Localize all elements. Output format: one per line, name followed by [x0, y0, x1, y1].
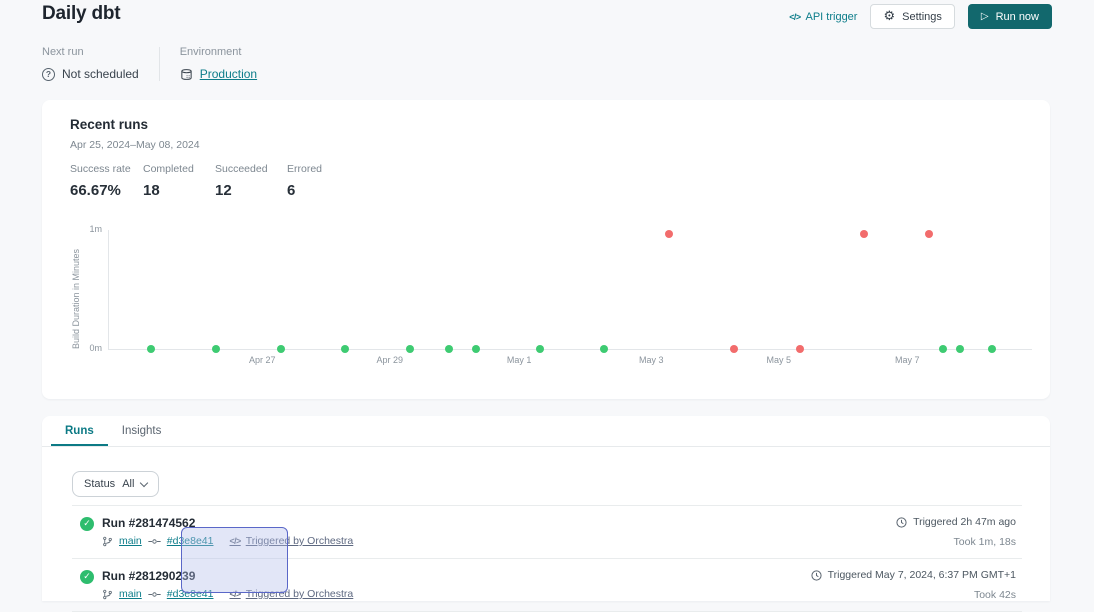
- runs-card: Runs Insights Status All ✓ Run #28147456…: [42, 416, 1050, 601]
- header-actions: </> API trigger ⚙ Settings ▷ Run now: [789, 3, 1052, 29]
- trigger-source-link[interactable]: </> Triggered by Orchestra: [229, 588, 353, 600]
- page-title: Daily dbt: [42, 3, 120, 25]
- topbar: Daily dbt </> API trigger ⚙ Settings ▷ R…: [0, 0, 1094, 29]
- run-row[interactable]: ✓ Run #281474562 main #d3: [72, 506, 1022, 559]
- play-icon: ▷: [981, 12, 989, 22]
- run-data-point-errored[interactable]: [925, 230, 933, 238]
- clock-icon: [896, 517, 907, 528]
- environment-block: Environment Production: [180, 46, 257, 81]
- run-duration: Took 1m, 18s: [896, 536, 1016, 548]
- x-tick-label: May 3: [639, 355, 664, 365]
- date-range: Apr 25, 2024–May 08, 2024: [70, 139, 200, 151]
- stat-errored: Errored 6: [287, 163, 359, 199]
- run-triggered-time: Triggered 2h 47m ago: [913, 516, 1016, 528]
- gear-icon: ⚙: [883, 10, 895, 23]
- run-triggered-time: Triggered May 7, 2024, 6:37 PM GMT+1: [828, 569, 1016, 581]
- clock-icon: [811, 570, 822, 581]
- run-row[interactable]: ✓ Run #281290239 main #d3: [72, 559, 1022, 612]
- environment-label: Environment: [180, 46, 257, 58]
- git-commit-icon: [148, 536, 161, 547]
- job-meta-row: Next run ? Not scheduled Environment Pro…: [42, 46, 1052, 81]
- tab-runs[interactable]: Runs: [51, 416, 108, 446]
- x-tick-label: Apr 29: [377, 355, 404, 365]
- run-data-point-succeeded[interactable]: [988, 345, 996, 353]
- code-icon: </>: [789, 12, 800, 22]
- stat-succeeded: Succeeded 12: [215, 163, 287, 199]
- database-icon: [180, 68, 193, 81]
- run-data-point-succeeded[interactable]: [406, 345, 414, 353]
- run-data-point-succeeded[interactable]: [956, 345, 964, 353]
- branch-link[interactable]: main: [119, 588, 142, 600]
- code-icon: </>: [229, 589, 240, 599]
- x-axis-line: [108, 349, 1032, 350]
- run-data-point-succeeded[interactable]: [445, 345, 453, 353]
- run-data-point-errored[interactable]: [796, 345, 804, 353]
- help-circle-icon: ?: [42, 68, 55, 81]
- run-data-point-errored[interactable]: [860, 230, 868, 238]
- run-data-point-succeeded[interactable]: [472, 345, 480, 353]
- run-data-point-succeeded[interactable]: [536, 345, 544, 353]
- settings-label: Settings: [902, 11, 942, 23]
- y-tick-label: 1m: [42, 224, 102, 234]
- next-run-label: Next run: [42, 46, 139, 58]
- stat-success-rate: Success rate 66.67%: [70, 163, 143, 199]
- tab-insights[interactable]: Insights: [108, 416, 176, 446]
- code-icon: </>: [229, 536, 240, 546]
- environment-link[interactable]: Production: [200, 67, 257, 81]
- run-data-point-succeeded[interactable]: [212, 345, 220, 353]
- run-duration: Took 42s: [811, 589, 1016, 601]
- run-title: Run #281474562: [102, 516, 353, 530]
- y-tick-label: 0m: [42, 343, 102, 353]
- run-data-point-errored[interactable]: [730, 345, 738, 353]
- git-branch-icon: [102, 536, 113, 547]
- chevron-down-icon: [140, 478, 148, 486]
- next-run-block: Next run ? Not scheduled: [42, 46, 139, 81]
- x-tick-label: May 7: [895, 355, 920, 365]
- next-run-value: Not scheduled: [62, 67, 139, 81]
- stats-row: Success rate 66.67% Completed 18 Succeed…: [70, 163, 359, 199]
- x-tick-label: May 5: [767, 355, 792, 365]
- api-trigger-link[interactable]: </> API trigger: [789, 11, 857, 23]
- run-data-point-succeeded[interactable]: [277, 345, 285, 353]
- api-trigger-label: API trigger: [806, 11, 858, 23]
- status-filter-value: All: [122, 478, 134, 490]
- stat-completed: Completed 18: [143, 163, 215, 199]
- run-now-label: Run now: [996, 11, 1039, 23]
- y-axis-label: Build Duration in Minutes: [71, 230, 81, 349]
- commit-link[interactable]: #d3e8e41: [167, 588, 214, 600]
- run-data-point-succeeded[interactable]: [939, 345, 947, 353]
- duration-chart: Build Duration in Minutes1m 0m Apr 27 Apr 2…: [42, 216, 1050, 386]
- git-commit-icon: [148, 589, 161, 600]
- settings-button[interactable]: ⚙ Settings: [870, 4, 954, 29]
- run-data-point-succeeded[interactable]: [147, 345, 155, 353]
- recent-runs-card: Recent runs Apr 25, 2024–May 08, 2024 Su…: [42, 100, 1050, 399]
- run-data-point-errored[interactable]: [665, 230, 673, 238]
- x-tick-label: Apr 27: [249, 355, 276, 365]
- run-list: ✓ Run #281474562 main #d3: [72, 505, 1022, 612]
- run-title: Run #281290239: [102, 569, 353, 583]
- branch-link[interactable]: main: [119, 535, 142, 547]
- commit-link[interactable]: #d3e8e41: [167, 535, 214, 547]
- success-check-icon: ✓: [80, 517, 94, 531]
- git-branch-icon: [102, 589, 113, 600]
- run-now-button[interactable]: ▷ Run now: [968, 4, 1052, 29]
- y-axis-line: [108, 230, 109, 349]
- status-filter[interactable]: Status All: [72, 471, 159, 497]
- run-data-point-succeeded[interactable]: [600, 345, 608, 353]
- trigger-source-link[interactable]: </> Triggered by Orchestra: [229, 535, 353, 547]
- success-check-icon: ✓: [80, 570, 94, 584]
- tabbar: Runs Insights: [42, 416, 1050, 447]
- meta-divider: [159, 47, 160, 81]
- recent-runs-title: Recent runs: [70, 117, 148, 132]
- status-filter-label: Status: [84, 478, 115, 490]
- run-data-point-succeeded[interactable]: [341, 345, 349, 353]
- x-tick-label: May 1: [507, 355, 532, 365]
